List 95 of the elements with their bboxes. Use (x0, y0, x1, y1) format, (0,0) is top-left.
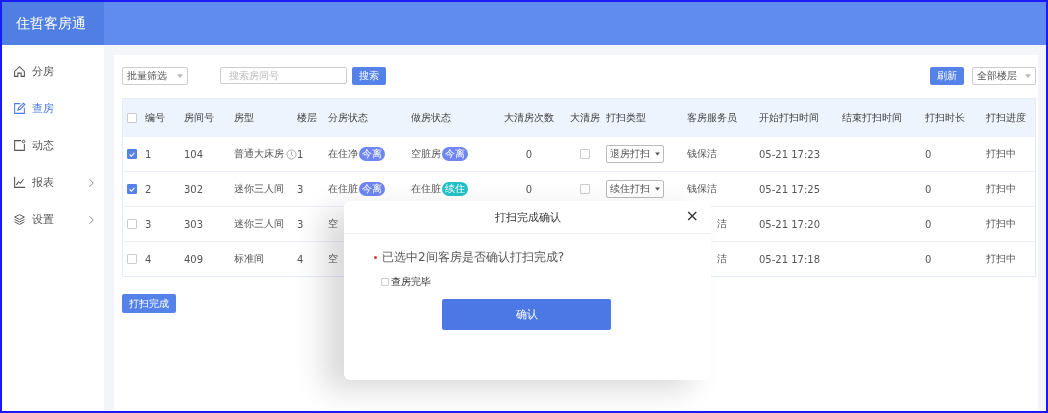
select-all-checkbox[interactable] (127, 112, 137, 123)
table-cell: 1 (297, 148, 304, 160)
row-checkbox[interactable] (127, 184, 137, 194)
table-cell: 0 (925, 148, 932, 160)
table-cell: 打扫中 (986, 217, 1016, 231)
table-cell: 打扫中 (986, 182, 1016, 196)
status-tag: 今离 (359, 182, 385, 196)
search-field[interactable]: 搜索房间号 (220, 67, 347, 84)
sidebar-item[interactable]: 分房 (2, 53, 104, 90)
layers-icon (13, 213, 26, 226)
row-checkbox[interactable] (127, 219, 137, 229)
note-icon (13, 139, 26, 152)
table-cell: 打扫中 (986, 147, 1016, 161)
refresh-button[interactable]: 刷新 (930, 66, 964, 85)
column-header: 做房状态 (411, 110, 451, 125)
dialog-message: 已选中2间客房是否确认打扫完成? (382, 249, 564, 266)
confirm-button[interactable]: 确认 (442, 299, 611, 330)
sidebar-item[interactable]: 报表 (2, 164, 104, 201)
table-cell: 在住脏 (411, 182, 441, 196)
edit-icon (13, 102, 26, 115)
column-header: 打扫进度 (986, 110, 1026, 125)
table-cell: 迷你三人间 (234, 217, 284, 231)
column-header: 打扫类型 (606, 110, 646, 125)
table-cell: 4 (145, 253, 152, 265)
chart-icon (13, 176, 26, 189)
table-cell: 0 (925, 218, 932, 230)
table-cell: 空脏房 (411, 147, 441, 161)
table-cell: 0 (525, 148, 533, 160)
column-header: 大清房 (570, 110, 600, 125)
column-header: 结束打扫时间 (842, 110, 902, 125)
table-cell: 空 (328, 217, 338, 231)
sidebar-item[interactable]: 设置 (2, 201, 104, 238)
inspect-checkbox[interactable] (381, 278, 389, 286)
table-cell: 钱保洁 (687, 147, 717, 161)
column-header: 大清房次数 (504, 110, 554, 125)
column-header: 客房服务员 (687, 110, 737, 125)
deep-clean-checkbox[interactable] (580, 149, 590, 159)
caret-icon (1025, 73, 1031, 78)
table-cell: 在住净 (328, 147, 358, 161)
table-cell: 钱保洁 (687, 182, 717, 196)
table-cell: 1 (145, 148, 152, 160)
table-cell: 4 (297, 253, 304, 265)
table-cell: 05-21 17:23 (759, 148, 821, 160)
sidebar-item[interactable]: 动态 (2, 127, 104, 164)
table-cell: 409 (184, 253, 204, 265)
sidebar-item[interactable]: 查房 (2, 90, 104, 127)
table-cell: 0 (925, 253, 932, 265)
column-header: 开始打扫时间 (759, 110, 819, 125)
batch-filter-dropdown[interactable]: 批量筛选 (122, 66, 188, 85)
table-cell: 303 (184, 218, 204, 230)
status-tag: 今离 (442, 147, 468, 161)
table-cell: 05-21 17:25 (759, 183, 821, 195)
status-tag: 今离 (359, 147, 385, 161)
checkbox-label: 查房完毕 (391, 275, 431, 289)
home-icon (13, 65, 26, 78)
table-cell: 洁 (717, 252, 727, 266)
column-header: 楼层 (297, 110, 317, 125)
table-cell: 普通大床房 (234, 147, 284, 161)
table-cell: 0 (925, 183, 932, 195)
table-cell: 3 (145, 218, 152, 230)
row-checkbox[interactable] (127, 254, 137, 264)
table-cell: 标准间 (234, 252, 264, 266)
column-header: 分房状态 (328, 110, 368, 125)
caret-icon (655, 187, 660, 191)
table-cell: 空 (328, 252, 338, 266)
row-checkbox[interactable] (127, 149, 137, 159)
dialog-title: 打扫完成确认 (494, 209, 561, 225)
deep-clean-checkbox[interactable] (580, 184, 590, 194)
clean-type-dropdown[interactable]: 退房打扫 (606, 145, 664, 163)
finish-cleaning-button[interactable]: 打扫完成 (122, 294, 176, 313)
clean-type-dropdown[interactable]: 续住打扫 (606, 180, 664, 198)
table-cell: 0 (525, 183, 533, 195)
table-cell: 在住脏 (328, 182, 358, 196)
column-header: 打扫时长 (925, 110, 965, 125)
table-cell: 104 (184, 148, 204, 160)
status-tag: 续住 (442, 182, 468, 196)
table-cell: 打扫中 (986, 252, 1016, 266)
table-cell: 05-21 17:18 (759, 253, 821, 265)
app-title: 住哲客房通 (16, 14, 86, 33)
caret-icon (177, 73, 183, 78)
table-cell: 3 (297, 218, 304, 230)
caret-icon (655, 152, 660, 156)
search-button[interactable]: 搜索 (352, 66, 386, 85)
floor-dropdown[interactable]: 全部楼层 (972, 66, 1036, 85)
bullet-icon (374, 256, 377, 259)
column-header: 房间号 (184, 110, 214, 125)
close-button[interactable]: × (685, 208, 699, 224)
table-cell: 302 (184, 183, 204, 195)
table-cell: 迷你三人间 (234, 182, 284, 196)
table-cell: 3 (297, 183, 304, 195)
table-cell: 2 (145, 183, 152, 195)
table-cell: 洁 (717, 217, 727, 231)
table-cell: 05-21 17:20 (759, 218, 821, 230)
column-header: 编号 (145, 110, 165, 125)
column-header: 房型 (234, 110, 254, 125)
